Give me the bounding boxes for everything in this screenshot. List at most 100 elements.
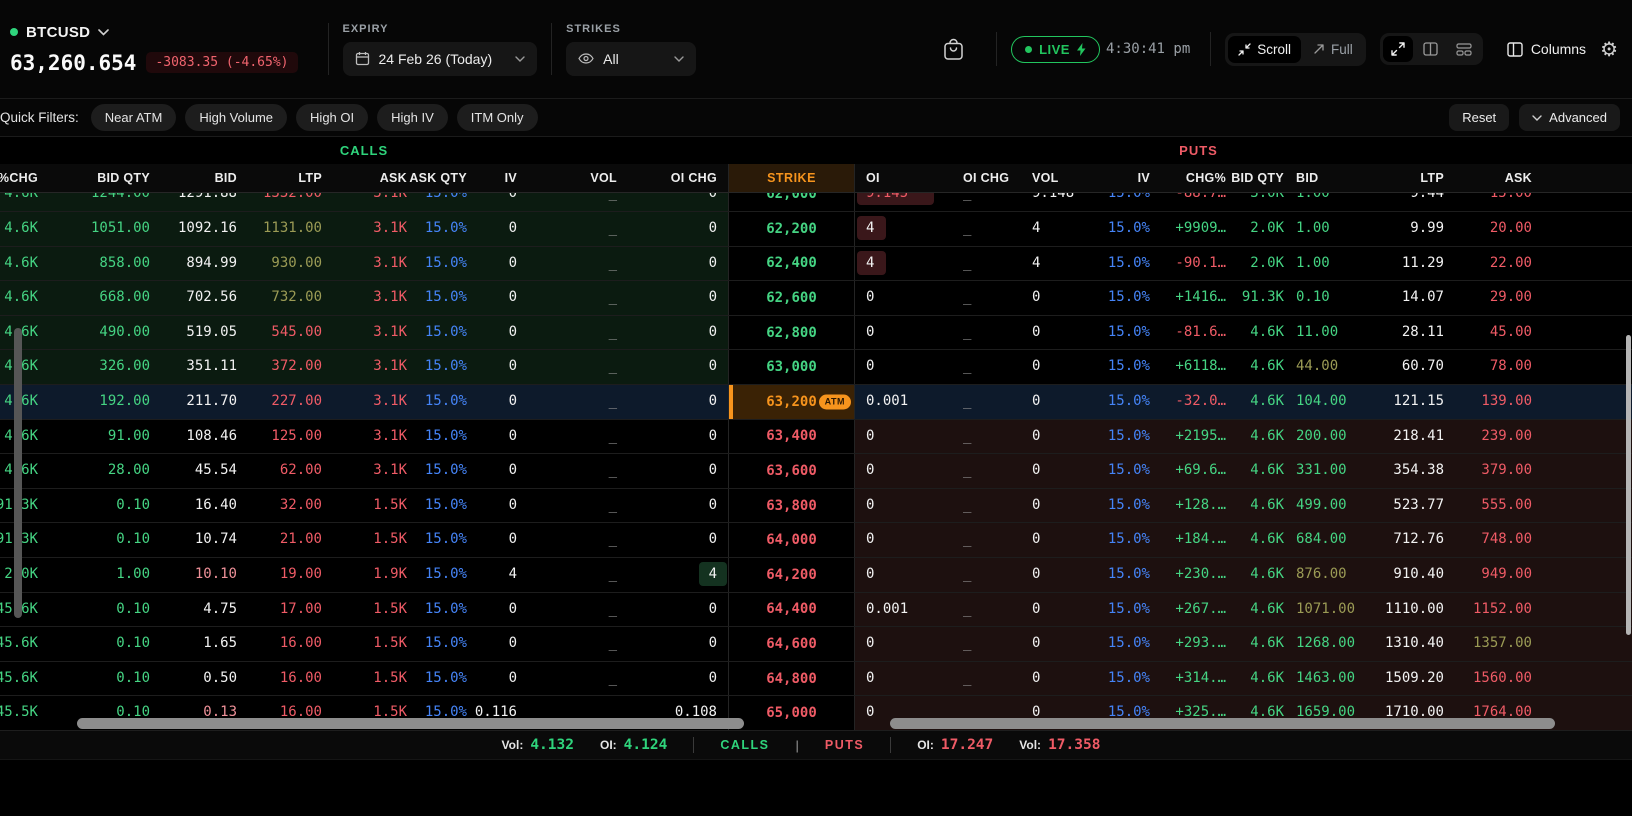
filter-pill-near-atm[interactable]: Near ATM bbox=[91, 104, 177, 131]
cell-pt-oichg: _ bbox=[956, 558, 1026, 592]
bag-icon[interactable] bbox=[943, 38, 964, 61]
option-row-64,800[interactable]: 45.6K0.100.5016.001.5K15.0%0_064,8000_01… bbox=[0, 662, 1632, 697]
cell-pt-oichg: _ bbox=[956, 627, 1026, 661]
cell-cl-ltp: 732.00 bbox=[237, 281, 322, 315]
option-row-64,000[interactable]: 91.3K0.1010.7421.001.5K15.0%0_064,0000_0… bbox=[0, 523, 1632, 558]
calls-horizontal-scrollbar[interactable] bbox=[77, 718, 744, 729]
puts-half: 0_015.0%+1416…91.3K0.1014.0729.00 bbox=[855, 281, 1632, 315]
expiry-dropdown[interactable]: 24 Feb 26 (Today) bbox=[343, 42, 538, 76]
cell-pt-bidqty: 4.6K bbox=[1226, 454, 1284, 488]
option-row-63,800[interactable]: 91.3K0.1016.4032.001.5K15.0%0_063,8000_0… bbox=[0, 489, 1632, 524]
option-row-64,600[interactable]: 45.6K0.101.6516.001.5K15.0%0_064,6000_01… bbox=[0, 627, 1632, 662]
split-columns-icon bbox=[1423, 42, 1438, 56]
right-vertical-scrollbar[interactable] bbox=[1626, 335, 1631, 635]
cell-pt-chg: +6118… bbox=[1150, 350, 1226, 384]
strikes-field: STRIKES All bbox=[566, 23, 696, 76]
option-row-64,200[interactable]: 2.0K1.0010.1019.001.9K15.0%4_464,2000_01… bbox=[0, 558, 1632, 593]
cell-cl-askqty: 15.0% bbox=[407, 212, 467, 246]
option-row-62,000[interactable]: 4.6K1244.001291.881332.003.1K15.0%0_062,… bbox=[0, 193, 1632, 212]
option-row-62,600[interactable]: 4.6K668.00702.56732.003.1K15.0%0_062,600… bbox=[0, 281, 1632, 316]
col-header-cl-ltp: LTP bbox=[237, 164, 322, 193]
cell-cl-bid: 351.11 bbox=[150, 350, 237, 384]
gear-icon[interactable]: ⚙ bbox=[1600, 37, 1618, 62]
cell-pt-ask: 949.00 bbox=[1444, 558, 1532, 592]
option-row-62,400[interactable]: 4.6K858.00894.99930.003.1K15.0%0_062,400… bbox=[0, 247, 1632, 282]
strike-value: 62,400 bbox=[766, 255, 817, 271]
cell-pt-vol: 0 bbox=[1026, 350, 1086, 384]
strike-cell: 64,200 bbox=[728, 558, 855, 592]
puts-horizontal-scrollbar[interactable] bbox=[890, 718, 1555, 729]
option-row-63,400[interactable]: 4.6K91.00108.46125.003.1K15.0%0_063,4000… bbox=[0, 420, 1632, 455]
scroll-mode-button[interactable]: Scroll bbox=[1228, 36, 1301, 63]
cell-cl-bidqty: 0.10 bbox=[38, 523, 150, 557]
advanced-button[interactable]: Advanced bbox=[1519, 104, 1620, 131]
cell-cl-iv: 0 bbox=[467, 454, 517, 488]
cell-pt-vol: 0 bbox=[1026, 593, 1086, 627]
filter-pill-high-iv[interactable]: High IV bbox=[377, 104, 448, 131]
cell-pt-vol: 4 bbox=[1026, 212, 1086, 246]
strike-cell: 63,400 bbox=[728, 420, 855, 454]
cell-cl-chg: 45.5K bbox=[0, 696, 38, 730]
col-header-cl-ask: ASK bbox=[322, 164, 407, 193]
cell-pt-ltp: 910.40 bbox=[1374, 558, 1444, 592]
cell-cl-bid: 10.74 bbox=[150, 523, 237, 557]
split-view-button[interactable] bbox=[1415, 36, 1446, 62]
col-header-pt-ltp: LTP bbox=[1374, 164, 1444, 193]
cell-pt-ltp: 523.77 bbox=[1374, 489, 1444, 523]
strikes-dropdown[interactable]: All bbox=[566, 42, 696, 76]
oi-change-highlight: 4 bbox=[699, 562, 727, 586]
option-row-63,600[interactable]: 4.6K28.0045.5462.003.1K15.0%0_063,6000_0… bbox=[0, 454, 1632, 489]
cell-pt-chg: +267.… bbox=[1150, 593, 1226, 627]
cell-pt-chg: +293.… bbox=[1150, 627, 1226, 661]
full-mode-button[interactable]: Full bbox=[1303, 36, 1363, 63]
left-vertical-scrollbar[interactable] bbox=[14, 328, 22, 618]
option-row-62,800[interactable]: 4.6K490.00519.05545.003.1K15.0%0_062,800… bbox=[0, 316, 1632, 351]
reset-button[interactable]: Reset bbox=[1449, 104, 1509, 131]
cell-pt-bid: 1268.00 bbox=[1284, 627, 1374, 661]
cell-pt-bidqty: 4.6K bbox=[1226, 385, 1284, 419]
atm-badge: ATM bbox=[819, 394, 851, 409]
cell-cl-ask: 1.5K bbox=[322, 523, 407, 557]
calls-vol-stat: Vol: 4.132 bbox=[502, 737, 574, 753]
filter-pill-itm-only[interactable]: ITM Only bbox=[457, 104, 538, 131]
cell-cl-bidqty: 0.10 bbox=[38, 627, 150, 661]
cell-pt-vol: 0 bbox=[1026, 385, 1086, 419]
calls-half: 4.6K91.00108.46125.003.1K15.0%0_0 bbox=[0, 420, 728, 454]
cell-pt-bidqty: 4.6K bbox=[1226, 558, 1284, 592]
cell-cl-oichg: 0 bbox=[617, 662, 717, 696]
col-header-pt-vol: VOL bbox=[1026, 164, 1086, 193]
option-row-64,400[interactable]: 45.6K0.104.7517.001.5K15.0%0_064,4000.00… bbox=[0, 593, 1632, 628]
strike-value: 63,800 bbox=[766, 498, 817, 514]
strike-value: 62,200 bbox=[766, 221, 817, 237]
cell-pt-vol: 0 bbox=[1026, 454, 1086, 488]
option-row-63,000[interactable]: 4.6K326.00351.11372.003.1K15.0%0_063,000… bbox=[0, 350, 1632, 385]
live-indicator[interactable]: LIVE bbox=[1011, 36, 1100, 63]
layout-view-button[interactable] bbox=[1448, 37, 1480, 62]
clock: 4:30:41 pm bbox=[1106, 41, 1190, 57]
cell-cl-iv: 0 bbox=[467, 350, 517, 384]
divider bbox=[996, 32, 997, 66]
symbol-name: BTCUSD bbox=[26, 24, 90, 41]
cell-pt-ltp: 60.70 bbox=[1374, 350, 1444, 384]
cell-pt-oi: 0 bbox=[866, 662, 956, 696]
filter-pill-high-oi[interactable]: High OI bbox=[296, 104, 368, 131]
cell-pt-bid: 104.00 bbox=[1284, 385, 1374, 419]
cell-pt-vol: 0 bbox=[1026, 523, 1086, 557]
cell-cl-vol: _ bbox=[517, 662, 617, 696]
cell-cl-bid: 519.05 bbox=[150, 316, 237, 350]
cell-pt-bidqty: 4.6K bbox=[1226, 662, 1284, 696]
option-row-63,200[interactable]: 4.6K192.00211.70227.003.1K15.0%0_063,200… bbox=[0, 385, 1632, 420]
cell-cl-askqty: 15.0% bbox=[407, 193, 467, 211]
puts-half: 4_415.0%+9909…2.0K1.009.9920.00 bbox=[855, 212, 1632, 246]
cell-cl-ask: 3.1K bbox=[322, 281, 407, 315]
cell-pt-vol: 0 bbox=[1026, 281, 1086, 315]
columns-button[interactable]: Columns bbox=[1499, 35, 1594, 63]
table-header-row: CHG%BID QTYBIDLTPASKASK QTYIVVOLOI CHG S… bbox=[0, 164, 1632, 193]
symbol-selector[interactable]: BTCUSD bbox=[10, 24, 298, 41]
option-row-62,200[interactable]: 4.6K1051.001092.161131.003.1K15.0%0_062,… bbox=[0, 212, 1632, 247]
cell-pt-oi: 9.145 bbox=[866, 193, 956, 211]
expand-view-button[interactable] bbox=[1383, 36, 1413, 62]
cell-cl-iv: 0 bbox=[467, 627, 517, 661]
filter-pill-high-volume[interactable]: High Volume bbox=[185, 104, 287, 131]
cell-pt-ltp: 9.44 bbox=[1374, 193, 1444, 211]
